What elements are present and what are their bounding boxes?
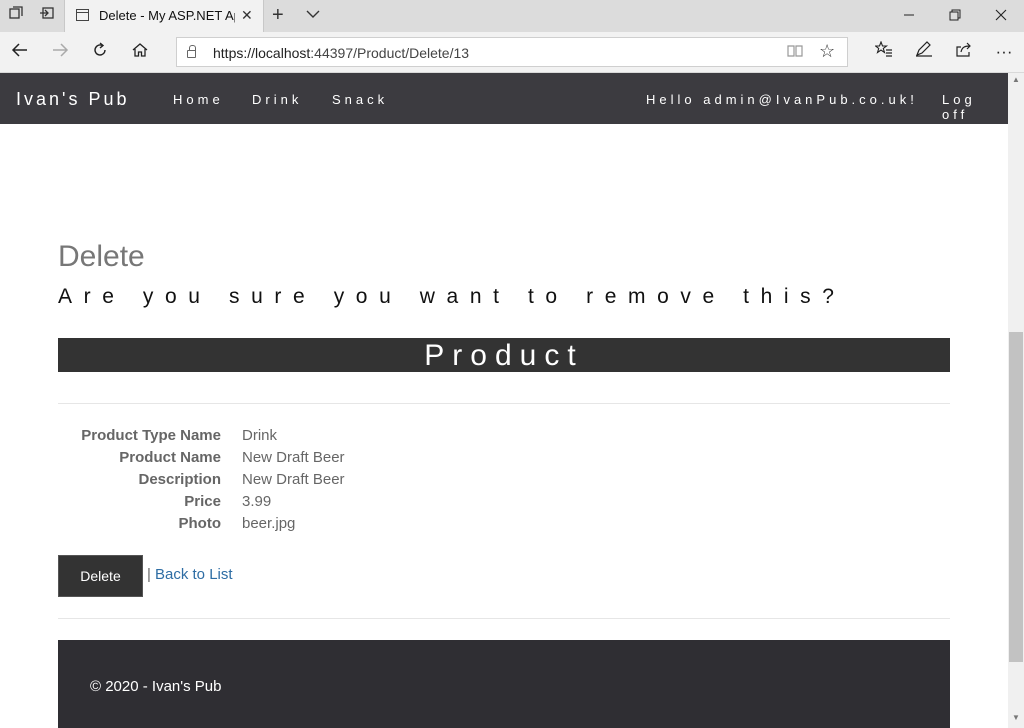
divider [58,403,950,404]
active-tab[interactable]: Delete - My ASP.NET App ✕ [64,0,264,32]
page-icon [76,9,89,21]
detail-label-description: Description [138,471,221,488]
site-footer: © 2020 - Ivan's Pub [58,640,950,728]
back-arrow-icon[interactable] [7,40,33,64]
address-bar[interactable]: https://localhost:44397/Product/Delete/1… [176,37,848,67]
page-scrollbar[interactable]: ▲ ▼ [1008,73,1024,728]
refresh-icon[interactable] [87,40,113,64]
scroll-thumb[interactable] [1009,332,1023,662]
detail-label-product-type: Product Type Name [81,427,221,444]
page-title: Delete [58,240,145,273]
detail-label-photo: Photo [178,515,222,532]
browser-tab-bar: Delete - My ASP.NET App ✕ + [0,0,1024,32]
banner-title: Product [424,339,584,372]
minimize-icon[interactable] [894,4,924,28]
detail-value-description: New Draft Beer [242,471,345,488]
forward-arrow-icon[interactable] [47,40,73,64]
scroll-down-icon[interactable]: ▼ [1012,713,1020,722]
nav-home[interactable]: Home [173,92,224,107]
more-icon[interactable]: ··· [990,40,1018,64]
delete-button[interactable]: Delete [58,555,143,597]
divider [58,618,950,619]
nav-drink[interactable]: Drink [252,92,302,107]
window-close-icon[interactable] [986,4,1016,28]
star-icon[interactable]: ☆ [819,41,835,62]
nav-snack[interactable]: Snack [332,92,388,107]
logoff-link[interactable]: Log off [942,92,1008,122]
brand-logo-text[interactable]: Ivan's Pub [16,89,130,110]
lock-icon[interactable] [187,45,196,58]
detail-value-photo: beer.jpg [242,515,296,532]
home-icon[interactable] [127,40,153,64]
link-separator: | [147,566,151,583]
plus-icon[interactable]: + [272,4,284,26]
reading-view-icon[interactable] [787,44,803,61]
chevron-down-icon[interactable] [306,6,320,22]
product-banner: Product [58,338,950,372]
tab-title: Delete - My ASP.NET App [99,8,235,23]
browser-toolbar: https://localhost:44397/Product/Delete/1… [0,32,1024,73]
detail-label-product-name: Product Name [119,449,221,466]
detail-value-product-type: Drink [242,427,278,444]
url-text[interactable]: https://localhost:44397/Product/Delete/1… [213,45,469,61]
pen-icon[interactable] [910,40,938,64]
restore-icon[interactable] [940,4,970,28]
confirm-question: Are you sure you want to remove this? [58,285,846,308]
favorites-list-icon[interactable] [870,40,898,64]
share-icon[interactable] [950,40,978,64]
detail-value-product-name: New Draft Beer [242,449,345,466]
tabs-aside-icon[interactable] [36,6,58,26]
back-to-list-link[interactable]: Back to List [155,566,233,583]
site-navbar: Ivan's Pub Home Drink Snack Hello admin@… [0,73,1008,124]
user-greeting-link[interactable]: Hello admin@IvanPub.co.uk! [646,92,918,107]
detail-label-price: Price [184,493,221,510]
detail-value-price: 3.99 [242,493,272,510]
footer-copyright: © 2020 - Ivan's Pub [90,678,222,695]
tab-stack-icon[interactable] [5,6,27,26]
close-icon[interactable]: ✕ [241,7,253,24]
scroll-up-icon[interactable]: ▲ [1012,75,1020,84]
